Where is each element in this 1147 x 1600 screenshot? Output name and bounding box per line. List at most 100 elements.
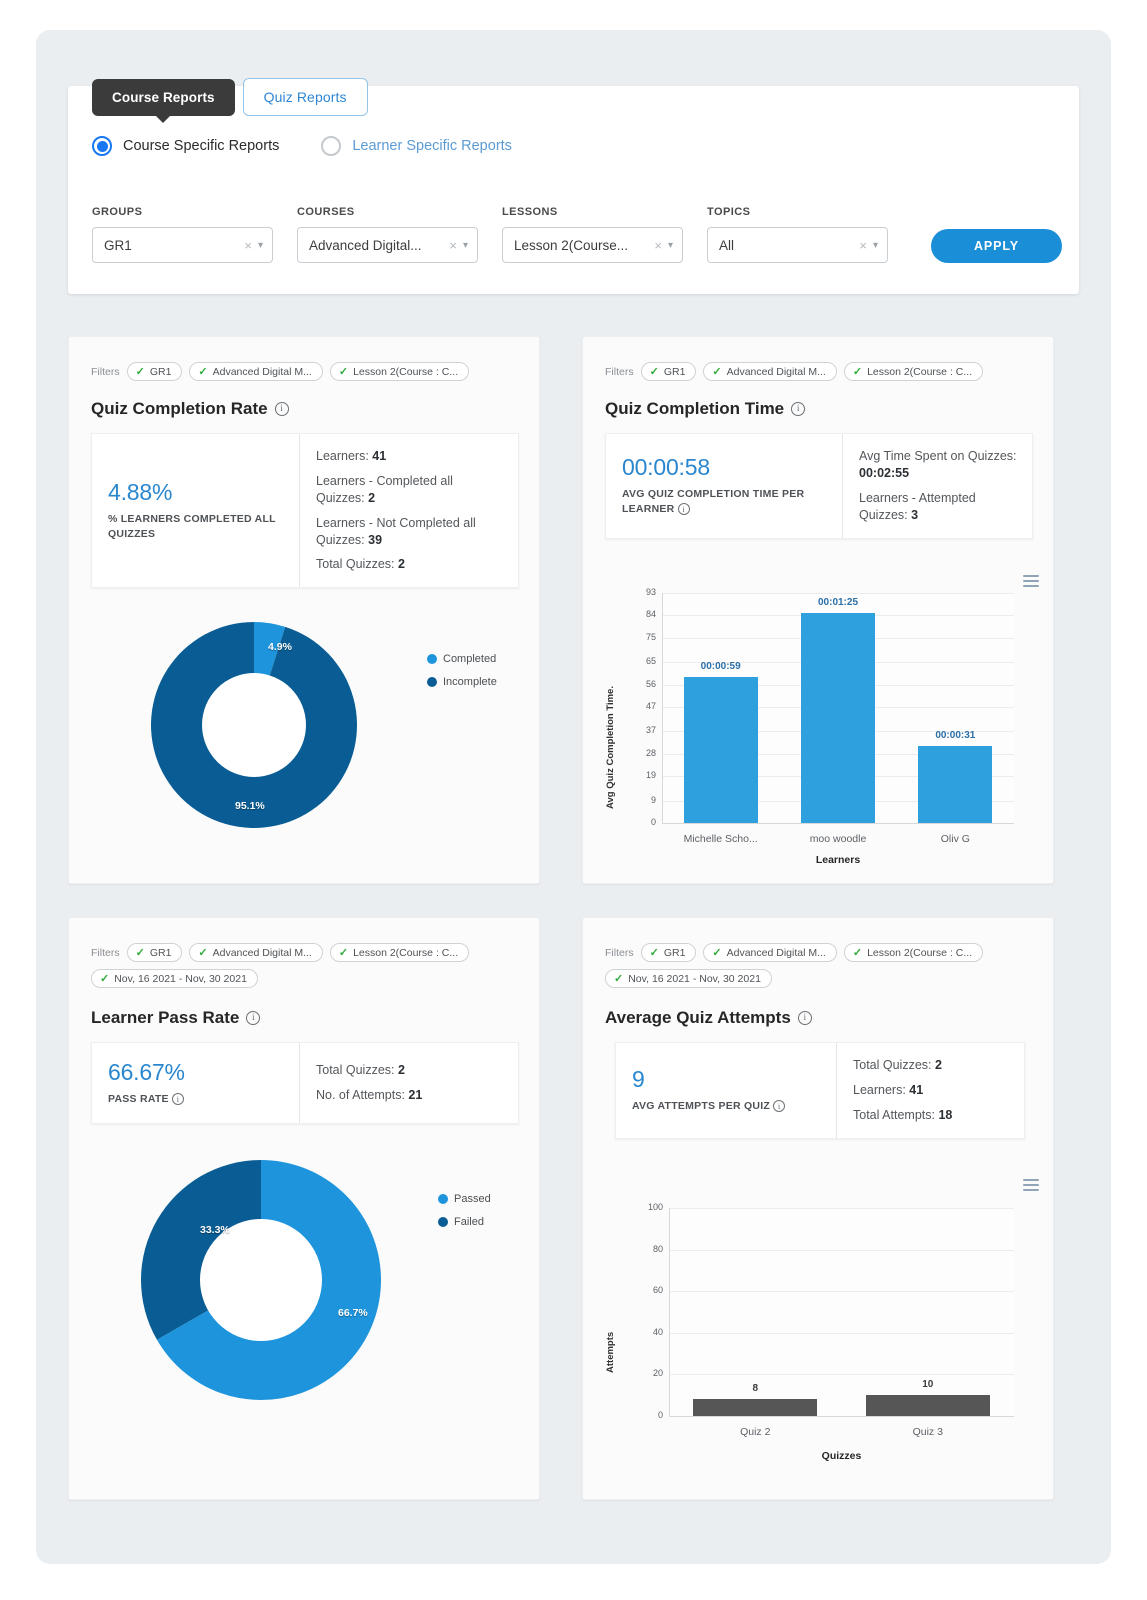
filter-field-courses: COURSES Advanced Digital... × ▾ (297, 206, 478, 263)
legend-color-dot (438, 1194, 448, 1204)
bar[interactable] (865, 1395, 990, 1416)
bar-value-label: 10 (922, 1379, 934, 1391)
check-icon: ✓ (852, 366, 863, 378)
legend-color-dot (438, 1217, 448, 1227)
radio-course-specific-reports[interactable]: Course Specific Reports (92, 136, 279, 156)
chevron-down-icon[interactable]: ▾ (463, 240, 468, 251)
y-axis-tick: 0 (657, 1410, 663, 1420)
stat-row: Total Quizzes: 2 (316, 1062, 504, 1079)
stat-row-label: Learners: (853, 1082, 906, 1097)
y-axis-tick: 93 (645, 587, 656, 597)
donut-label-passed: 66.7% (338, 1307, 368, 1319)
filter-chip-label: GR1 (149, 946, 172, 959)
x-axis-tick: Oliv G (940, 833, 970, 845)
bar[interactable] (918, 746, 993, 823)
filter-chip-label: Lesson 2(Course : C... (867, 365, 973, 378)
hamburger-menu-icon[interactable] (1023, 575, 1039, 587)
legend-item-passed[interactable]: Passed (438, 1193, 491, 1205)
lessons-select[interactable]: Lesson 2(Course... × ▾ (502, 227, 683, 263)
filter-chip-label: GR1 (663, 365, 686, 378)
info-icon[interactable]: i (246, 1011, 261, 1025)
courses-select[interactable]: Advanced Digital... × ▾ (297, 227, 478, 263)
stat-row-label: Total Quizzes: (316, 1063, 395, 1078)
filter-chip-label: Nov, 16 2021 - Nov, 30 2021 (114, 972, 247, 985)
check-icon: ✓ (135, 366, 145, 378)
bar[interactable] (693, 1399, 818, 1416)
filter-chip-label: Advanced Digital M... (726, 946, 826, 959)
check-icon: ✓ (135, 947, 145, 959)
courses-select-value: Advanced Digital... (309, 237, 422, 253)
stat-summary: 00:00:58 AVG QUIZ COMPLETION TIME PER LE… (605, 433, 1033, 539)
clear-icon[interactable]: × (244, 238, 252, 253)
grid-line (669, 1291, 1014, 1293)
chart-average-quiz-attempts-bar: Attempts 0 20 40 60 80 100 8 10 Quiz 2 Quiz 3 Q… (583, 1168, 1055, 1488)
stat-row-value: 41 (909, 1082, 924, 1097)
stat-row-label: Learners: (316, 449, 369, 463)
legend-item-failed[interactable]: Failed (438, 1216, 491, 1228)
y-axis-title: Avg Quiz Completion Time. (605, 686, 616, 809)
legend-color-dot (427, 654, 437, 664)
legend-label: Passed (454, 1193, 491, 1205)
groups-select[interactable]: GR1 × ▾ (92, 227, 273, 263)
card-filter-chips: Filters ✓ GR1 ✓ Advanced Digital M... ✓ … (583, 337, 1033, 381)
clear-icon[interactable]: × (449, 238, 457, 253)
bar-value-label: 00:01:25 (817, 596, 859, 608)
stat-details: Total Quizzes: 2 Learners: 41 Total Atte… (836, 1043, 1024, 1138)
clear-icon[interactable]: × (654, 238, 662, 253)
bar[interactable] (683, 677, 758, 823)
stat-primary-caption: PASS RATE i (108, 1092, 281, 1107)
stat-row-label: Avg Time Spent on Quizzes: (859, 449, 1017, 463)
stat-primary-value: 66.67% (108, 1059, 185, 1085)
filter-chip-label: Lesson 2(Course : C... (867, 946, 973, 959)
tab-quiz-reports[interactable]: Quiz Reports (242, 78, 368, 116)
hamburger-menu-icon[interactable] (1023, 1179, 1039, 1191)
app-frame: Course Reports Quiz Reports Course Speci… (36, 30, 1111, 1564)
bar-value-label: 8 (752, 1383, 759, 1395)
donut-label-failed: 33.3% (200, 1224, 230, 1236)
stat-row-label: Total Attempts: (853, 1107, 935, 1122)
apply-button[interactable]: APPLY (931, 229, 1062, 263)
x-axis-title: Quizzes (821, 1450, 862, 1462)
card-average-quiz-attempts: Filters ✓ GR1 ✓ Advanced Digital M... ✓ … (582, 917, 1054, 1500)
x-axis-line (669, 1416, 1014, 1417)
legend-item-completed[interactable]: Completed (427, 653, 497, 665)
check-icon: ✓ (852, 947, 863, 959)
stat-primary-caption-text: AVG QUIZ COMPLETION TIME PER LEARNER (622, 488, 805, 516)
radio-learner-specific-reports[interactable]: Learner Specific Reports (321, 136, 512, 156)
x-axis-line (662, 823, 1014, 824)
x-axis-tick: Quiz 2 (740, 1426, 771, 1438)
chevron-down-icon[interactable]: ▾ (668, 240, 673, 251)
y-axis-tick: 19 (645, 770, 656, 780)
stat-row: Learners - Not Completed all Quizzes: 39 (316, 515, 504, 549)
legend-item-incomplete[interactable]: Incomplete (427, 676, 497, 688)
radio-course-specific-label: Course Specific Reports (123, 138, 280, 154)
chevron-down-icon[interactable]: ▾ (873, 240, 878, 251)
info-icon[interactable]: i (274, 402, 289, 416)
y-axis-tick: 84 (645, 609, 656, 620)
stat-row-value: 18 (938, 1107, 953, 1122)
topics-select[interactable]: All × ▾ (707, 227, 888, 263)
info-icon[interactable]: i (677, 503, 690, 516)
y-axis-tick: 9 (650, 794, 656, 805)
clear-icon[interactable]: × (859, 238, 867, 253)
bar[interactable] (801, 612, 875, 823)
stat-row-label: Learners - Completed all Quizzes: (316, 473, 453, 505)
info-icon[interactable]: i (797, 1011, 812, 1025)
donut-legend: Completed Incomplete (427, 653, 497, 699)
info-icon[interactable]: i (171, 1093, 184, 1106)
stat-row-label: Total Quizzes: (316, 557, 395, 572)
bar-value-label: 00:00:59 (700, 661, 741, 673)
y-axis-tick: 47 (645, 700, 656, 711)
stat-summary: 9 AVG ATTEMPTS PER QUIZ i Total Quizzes:… (615, 1042, 1025, 1139)
filters-label: Filters (605, 946, 634, 959)
card-title-text: Average Quiz Attempts (605, 1008, 791, 1027)
stat-row-value: 2 (398, 1063, 405, 1078)
chevron-down-icon[interactable]: ▾ (258, 240, 263, 251)
y-axis-tick: 100 (647, 1202, 663, 1212)
info-icon[interactable]: i (773, 1100, 786, 1113)
grid-line (662, 593, 1014, 594)
stat-row: Learners: 41 (853, 1082, 1010, 1099)
tab-course-reports[interactable]: Course Reports (92, 79, 235, 116)
topics-select-value: All (719, 237, 735, 253)
info-icon[interactable]: i (791, 402, 806, 416)
